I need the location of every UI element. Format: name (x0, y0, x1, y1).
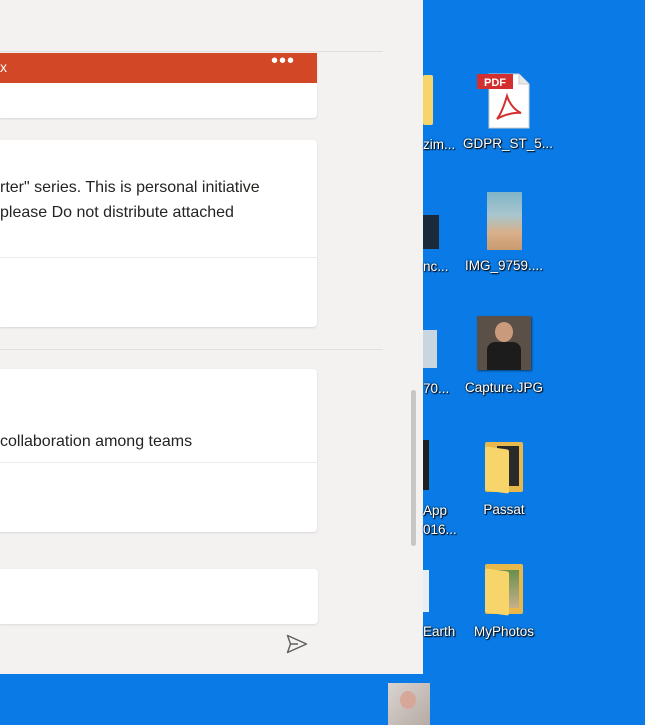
pdf-file-icon: PDF (477, 73, 530, 129)
desktop-icon-capture-jpg[interactable]: Capture.JPG (463, 316, 545, 406)
desktop-icon-myphotos[interactable]: MyPhotos (463, 562, 545, 652)
desktop-icon-label: nc... (423, 259, 449, 274)
desktop-icon-label: GDPR_ST_5... (463, 136, 554, 151)
photo-thumbnail-icon (400, 691, 416, 709)
teams-window: x ••• rter" series. This is personal ini… (0, 0, 423, 674)
image-thumbnail-icon (487, 192, 522, 250)
message-card-1[interactable]: x ••• (0, 50, 317, 118)
thread-divider (0, 349, 383, 350)
photo-thumbnail-icon (477, 316, 531, 370)
desktop-icon-label: IMG_9759.... (464, 258, 544, 273)
desktop-icon-label: Earth (423, 624, 456, 639)
desktop-icon-passat[interactable]: Passat (463, 440, 545, 530)
desktop-icon-gdpr-pdf[interactable]: PDF GDPR_ST_5... (463, 70, 554, 160)
message-text-line: please Do not distribute attached (0, 204, 234, 221)
desktop-icon-label: Capture.JPG (464, 380, 544, 395)
svg-text:PDF: PDF (484, 77, 506, 89)
send-icon[interactable] (286, 634, 308, 654)
top-divider (0, 51, 383, 52)
message-card-2[interactable]: rter" series. This is personal initiativ… (0, 140, 317, 327)
desktop-icon-bottom-partial[interactable] (388, 683, 430, 725)
vertical-scrollbar[interactable] (411, 390, 416, 546)
message-card-3[interactable]: collaboration among teams (0, 369, 317, 532)
desktop-icon-label: Passat (483, 502, 525, 517)
folder-icon (423, 75, 433, 125)
close-icon[interactable]: x (0, 59, 7, 75)
card-separator (0, 257, 317, 258)
desktop-icon-label: MyPhotos (473, 624, 535, 639)
file-preview-bar: x ••• (0, 50, 317, 83)
card-separator (0, 462, 317, 463)
message-text-line: collaboration among teams (0, 433, 193, 450)
more-options-icon[interactable]: ••• (271, 50, 295, 73)
video-thumbnail-icon (423, 215, 439, 249)
image-thumbnail-icon (423, 330, 437, 368)
desktop-icon-label: 016... (423, 522, 457, 537)
desktop-icon-label: 70... (423, 381, 450, 396)
desktop-icon-img-9759[interactable]: IMG_9759.... (463, 192, 545, 282)
desktop-icon-label: zim... (423, 137, 456, 152)
earth-app-icon (423, 570, 429, 612)
compose-box[interactable] (0, 569, 318, 624)
desktop-icon-label: App (423, 503, 448, 518)
app-icon (423, 440, 429, 490)
message-text-line: rter" series. This is personal initiativ… (0, 179, 260, 196)
